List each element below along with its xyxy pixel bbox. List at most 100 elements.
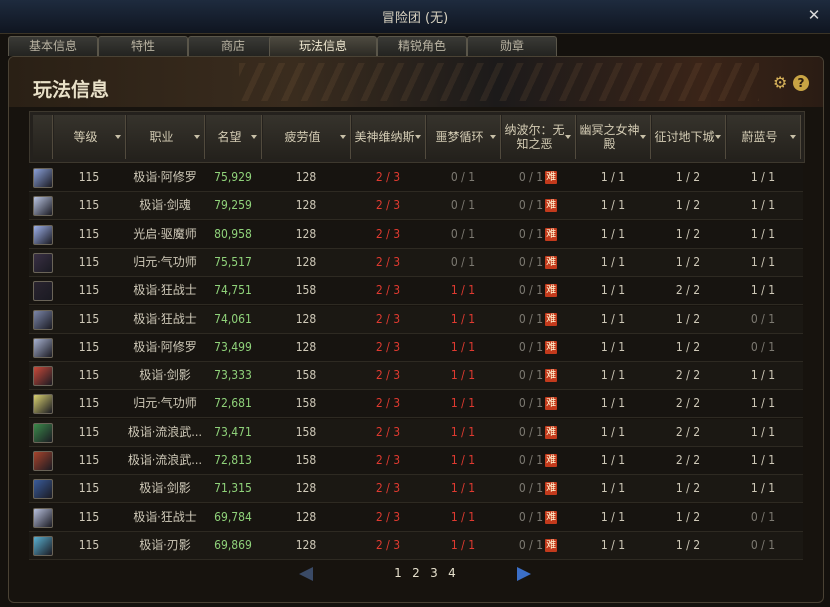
cell-fatigue-value: 128 bbox=[295, 537, 317, 552]
table-row[interactable]: 115 极诣·流浪武… 72,813 158 2 / 3 1 / 1 0 / 1难 1 / 1… bbox=[29, 447, 803, 475]
cell-level: 115 bbox=[53, 164, 125, 191]
tab-medals[interactable]: 勋章 bbox=[467, 36, 557, 56]
table-row[interactable]: 115 极诣·狂战士 74,061 128 2 / 31 / 10 / 1难1 / 11… bbox=[29, 305, 803, 334]
cell-job-value: 极诣·刃影 bbox=[139, 537, 191, 552]
cell-fatigue-value: 128 bbox=[295, 339, 317, 354]
header-dungeon-label: 征讨地下城 bbox=[654, 130, 715, 144]
cell-nightmare: 0 / 1 bbox=[426, 221, 500, 248]
cell-job-value: 极诣·流浪武… bbox=[127, 453, 203, 467]
cell-napol-value: 0 / 1 bbox=[518, 226, 544, 241]
table-row[interactable]: 115 极诣·阿修罗 73,499 128 2 / 31 / 10 / 1难1 / 11… bbox=[29, 333, 803, 362]
header-goddess[interactable]: 幽冥之女神殿 bbox=[577, 115, 651, 159]
cell-venus-value: 2 / 3 bbox=[375, 537, 401, 552]
avatar bbox=[33, 394, 53, 415]
tab-elite-characters[interactable]: 精锐角色 bbox=[377, 36, 467, 56]
cell-nightmare-value: 1 / 1 bbox=[450, 537, 476, 552]
cell-fatigue-value: 158 bbox=[295, 453, 317, 467]
avatar bbox=[33, 196, 53, 217]
table-row[interactable]: 115 归元·气功师 72,681 158 2 / 3 1 / 1 0 / 1难 1 / 1 2… bbox=[29, 390, 803, 419]
cell-nightmare: 1 / 1 bbox=[426, 532, 500, 559]
header-napol-label: 纳波尔：无知之恶 bbox=[504, 123, 565, 151]
difficulty-badge: 难 bbox=[545, 284, 558, 298]
page-4[interactable]: 4 bbox=[445, 566, 459, 580]
cell-job-value: 极诣·阿修罗 bbox=[133, 339, 197, 354]
tab-traits[interactable]: 特性 bbox=[98, 36, 188, 56]
cell-fatigue: 128 bbox=[262, 306, 350, 333]
cell-goddess-value: 1 / 1 bbox=[600, 170, 626, 184]
table-row[interactable]: 115 极诣·刃影 69,869 128 2 / 31 / 10 / 1难1 / 11 … bbox=[29, 531, 803, 560]
cell-venus-value: 2 / 3 bbox=[375, 226, 401, 241]
cell-venus: 2 / 3 bbox=[351, 164, 425, 191]
help-button[interactable]: ? bbox=[793, 75, 809, 91]
table-row[interactable]: 115 极诣·流浪武… 73,471 158 2 / 3 1 / 1 0 / 1难 1 / 1… bbox=[29, 418, 803, 447]
header-fame-label: 名望 bbox=[217, 130, 242, 144]
title-bar[interactable]: 冒险团 (无) ✕ bbox=[0, 0, 830, 34]
header-nightmare[interactable]: 噩梦循环 bbox=[427, 115, 501, 159]
avatar bbox=[33, 451, 53, 471]
cell-nightmare-value: 1 / 1 bbox=[450, 424, 476, 439]
header-goddess-label: 幽冥之女神殿 bbox=[579, 123, 640, 151]
cell-azure: 1 / 1 bbox=[726, 164, 800, 191]
page-3[interactable]: 3 bbox=[427, 566, 441, 580]
table-row[interactable]: 115 极诣·剑魂 79,259 128 2 / 30 / 10 / 1难1 / 11 … bbox=[29, 192, 803, 221]
cell-fatigue: 128 bbox=[262, 192, 350, 219]
sort-arrow-icon bbox=[415, 135, 421, 139]
cell-fatigue: 158 bbox=[262, 277, 350, 304]
table-row[interactable]: 115 极诣·阿修罗 75,929 128 2 / 30 / 10 / 1难1 / 11… bbox=[29, 164, 803, 192]
cell-fatigue: 158 bbox=[262, 362, 350, 389]
window-title: 冒险团 (无) bbox=[381, 11, 449, 26]
table-row[interactable]: 115 光启·驱魔师 80,958 128 2 / 30 / 10 / 1难1 / 11… bbox=[29, 220, 803, 249]
table-row[interactable]: 115 极诣·剑影 73,333 158 2 / 3 1 / 1 0 / 1难 1 / 1 2 … bbox=[29, 362, 803, 391]
header-dungeon[interactable]: 征讨地下城 bbox=[652, 115, 726, 159]
table-row[interactable]: 115 极诣·剑影 71,315 128 2 / 3 1 / 1 0 / 1难 1 / 1 1 … bbox=[29, 475, 803, 504]
cell-level-value: 115 bbox=[78, 368, 100, 383]
cell-goddess-value: 1 / 1 bbox=[600, 537, 626, 552]
cell-fame-value: 71,315 bbox=[214, 481, 252, 496]
close-button[interactable]: ✕ bbox=[806, 6, 822, 24]
gear-icon[interactable]: ⚙ bbox=[773, 75, 789, 91]
header-fatigue[interactable]: 疲劳值 bbox=[263, 115, 351, 159]
page-2[interactable]: 2 bbox=[409, 566, 423, 580]
cell-nightmare-value: 1 / 1 bbox=[450, 481, 476, 496]
cell-dungeon-value: 1 / 2 bbox=[675, 339, 701, 354]
avatar bbox=[33, 252, 53, 273]
header-level[interactable]: 等级 bbox=[54, 115, 126, 159]
cell-nightmare: 0 / 1 bbox=[426, 249, 500, 276]
table-row[interactable]: 115 归元·气功师 75,517 128 2 / 30 / 10 / 1难1 / 11… bbox=[29, 248, 803, 277]
header-napol[interactable]: 纳波尔：无知之恶 bbox=[502, 115, 576, 159]
tab-gameplay-info[interactable]: 玩法信息 bbox=[269, 36, 377, 56]
header-venus[interactable]: 美神维纳斯 bbox=[352, 115, 426, 159]
tab-shop[interactable]: 商店 bbox=[188, 36, 278, 56]
page-1[interactable]: 1 bbox=[391, 566, 405, 580]
table-row[interactable]: 115 极诣·狂战士 74,751 158 2 / 3 1 / 1 0 / 1难 1 / 1 2… bbox=[29, 277, 803, 306]
cell-goddess-value: 1 / 1 bbox=[600, 368, 626, 383]
triangle-left-icon[interactable] bbox=[299, 567, 313, 581]
cell-fame-value: 75,517 bbox=[214, 254, 252, 269]
cell-dungeon: 1 / 2 bbox=[651, 192, 725, 219]
cell-napol: 0 / 1难 bbox=[501, 475, 575, 502]
cell-venus: 2 / 3 bbox=[351, 419, 425, 446]
tab-basic-info[interactable]: 基本信息 bbox=[8, 36, 98, 56]
header-job[interactable]: 职业 bbox=[127, 115, 205, 159]
cell-fame-value: 74,751 bbox=[214, 283, 252, 298]
cell-dungeon: 1 / 2 bbox=[651, 504, 725, 531]
cell-fatigue: 128 bbox=[262, 475, 350, 502]
cell-goddess-value: 1 / 1 bbox=[600, 481, 626, 496]
cell-goddess: 1 / 1 bbox=[576, 475, 650, 502]
header-azure[interactable]: 蔚蓝号 bbox=[727, 115, 801, 159]
table-row[interactable]: 115 极诣·狂战士 69,784 128 2 / 31 / 10 / 1难1 / 11… bbox=[29, 503, 803, 532]
cell-azure: 0 / 1 bbox=[726, 532, 800, 559]
cell-dungeon-value: 1 / 2 bbox=[675, 311, 701, 326]
cell-dungeon: 2 / 2 bbox=[651, 390, 725, 417]
cell-goddess: 1 / 1 bbox=[576, 277, 650, 304]
cell-goddess: 1 / 1 bbox=[576, 419, 650, 446]
cell-job: 极诣·剑魂 bbox=[126, 192, 204, 219]
cell-level: 115 bbox=[53, 532, 125, 559]
cell-fame: 73,333 bbox=[205, 362, 261, 389]
triangle-right-icon[interactable] bbox=[517, 567, 531, 581]
cell-nightmare-value: 1 / 1 bbox=[450, 283, 476, 298]
cell-goddess-value: 1 / 1 bbox=[600, 226, 626, 241]
header-fame[interactable]: 名望 bbox=[206, 115, 262, 159]
cell-fatigue-value: 128 bbox=[295, 481, 317, 496]
cell-azure: 1 / 1 bbox=[726, 390, 800, 417]
